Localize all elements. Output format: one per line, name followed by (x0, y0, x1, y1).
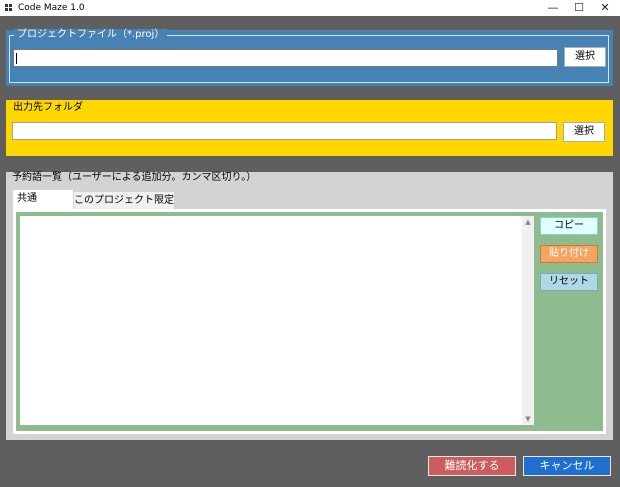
keywords-textarea[interactable]: ▲ ▼ (20, 216, 534, 425)
scroll-down-icon[interactable]: ▼ (522, 413, 534, 425)
output-folder-select-button[interactable]: 選択 (563, 122, 605, 142)
window-title: Code Maze 1.0 (18, 3, 85, 13)
output-folder-label: 出力先フォルダ (13, 102, 83, 113)
project-file-select-button[interactable]: 選択 (564, 47, 606, 67)
copy-button[interactable]: コピー (540, 217, 598, 235)
vertical-scrollbar[interactable]: ▲ ▼ (522, 216, 534, 425)
maximize-button[interactable]: ☐ (566, 0, 592, 16)
tab-project-only[interactable]: このプロジェクト限定 (74, 192, 174, 209)
tab-common[interactable]: 共通 (13, 190, 73, 209)
text-caret (16, 53, 17, 64)
project-file-input[interactable] (13, 49, 558, 67)
minimize-button[interactable]: — (540, 0, 566, 16)
obfuscate-button[interactable]: 難読化する (428, 456, 516, 476)
keywords-area: ▲ ▼ コピー 貼り付け リセット (16, 212, 603, 431)
keywords-panel: 予約語一覧（ユーザーによる追加分。カンマ区切り。） 共通 このプロジェクト限定 … (6, 172, 613, 440)
keywords-label: 予約語一覧（ユーザーによる追加分。カンマ区切り。） (12, 172, 257, 183)
app-icon (5, 4, 13, 12)
output-folder-panel: 出力先フォルダ 選択 (6, 100, 613, 156)
cancel-button[interactable]: キャンセル (523, 456, 611, 476)
project-file-panel: プロジェクトファイル（*.proj） 選択 (6, 29, 613, 86)
window-client-area: プロジェクトファイル（*.proj） 選択 出力先フォルダ 選択 予約語一覧（ユ… (0, 16, 620, 487)
close-button[interactable]: ✕ (592, 0, 618, 16)
reset-button[interactable]: リセット (540, 273, 598, 291)
tab-content: ▲ ▼ コピー 貼り付け リセット (13, 209, 606, 434)
paste-button[interactable]: 貼り付け (540, 245, 598, 263)
title-bar: Code Maze 1.0 — ☐ ✕ (0, 0, 620, 16)
project-file-group: プロジェクトファイル（*.proj） 選択 (9, 29, 609, 83)
output-folder-input[interactable] (12, 122, 557, 140)
project-file-legend: プロジェクトファイル（*.proj） (14, 29, 168, 41)
scroll-up-icon[interactable]: ▲ (522, 216, 534, 228)
